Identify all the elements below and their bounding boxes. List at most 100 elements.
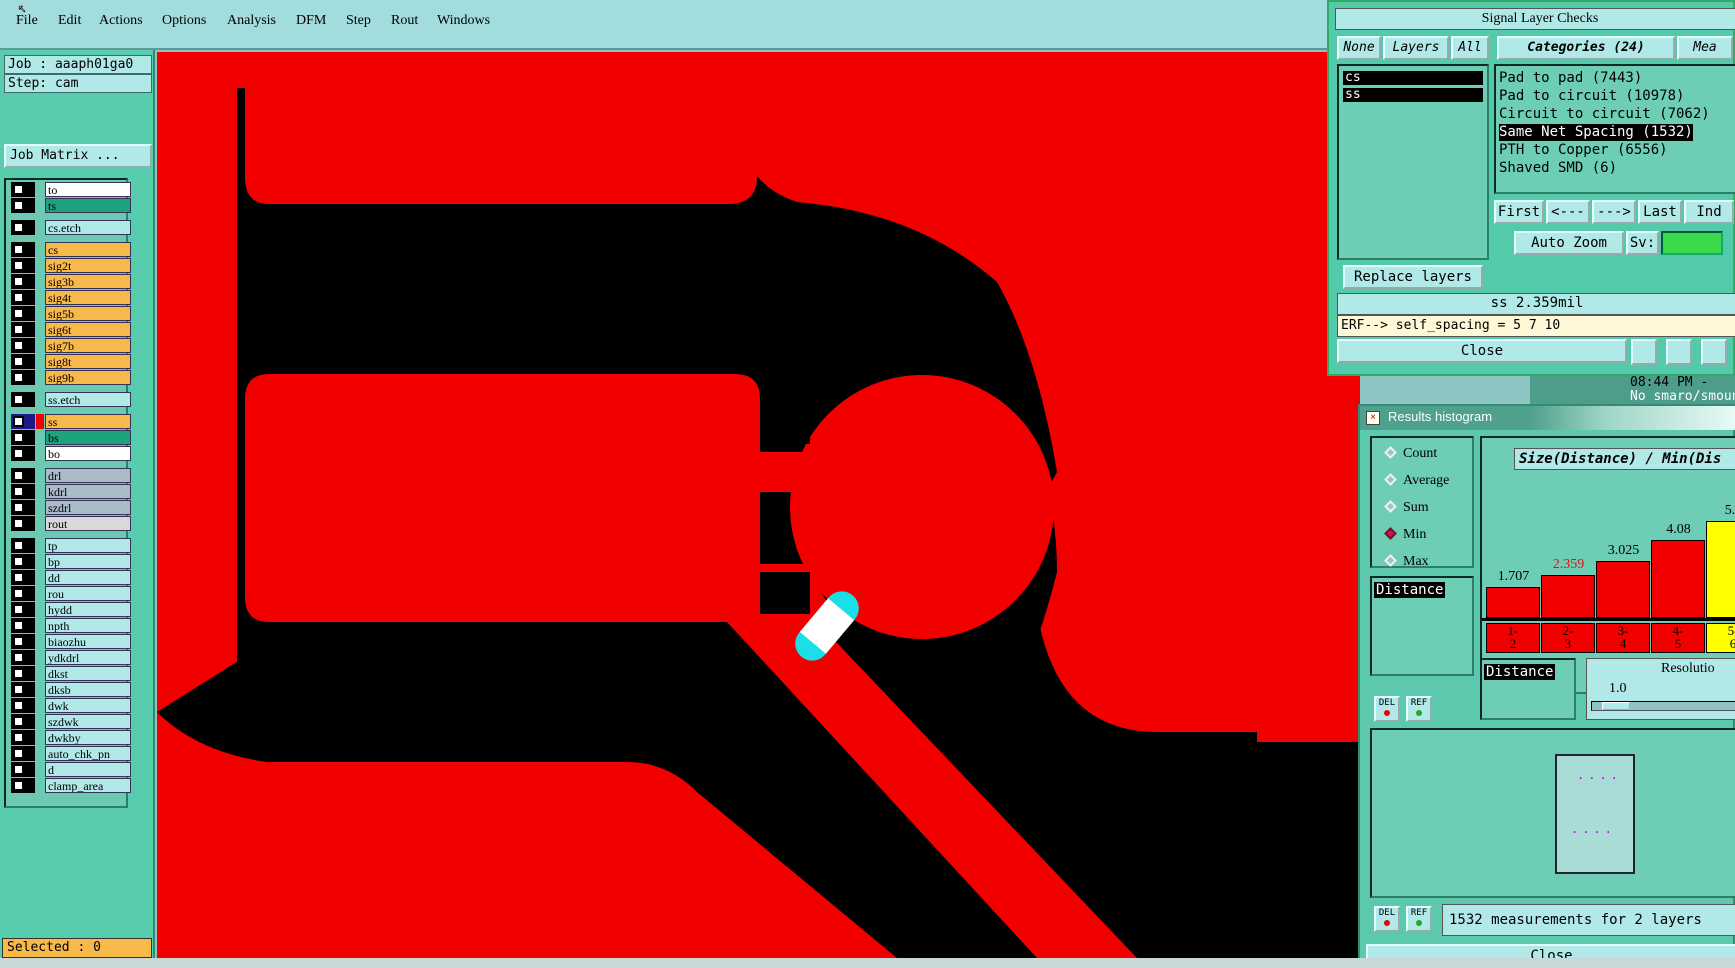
menu-dfm[interactable]: DFM [296,13,326,29]
layer-checkbox[interactable] [13,260,24,271]
layer-checkbox[interactable] [13,222,24,233]
layer-item-ss[interactable]: ss [1343,88,1483,102]
field-list[interactable]: Distance [1370,576,1474,676]
bar-range-label[interactable]: 1- 2 [1486,623,1540,653]
resolution-slider[interactable] [1591,701,1735,711]
layer-row-dwk[interactable]: dwk [9,698,131,713]
layer-checkbox[interactable] [13,700,24,711]
bar-range-label[interactable]: 4- 5 [1651,623,1705,653]
layer-row-to[interactable]: to [9,182,131,197]
layer-checkbox[interactable] [13,518,24,529]
ref-button[interactable]: REF [1406,906,1432,932]
menu-analysis[interactable]: Analysis [227,13,276,29]
layer-checkbox[interactable] [13,394,24,405]
del-button[interactable]: DEL [1374,696,1400,722]
bar-range-label[interactable]: 5- 6 [1706,623,1735,653]
category-item[interactable]: Pad to circuit (10978) [1499,88,1684,105]
flag-icon[interactable] [1631,339,1657,365]
layer-row-szdwk[interactable]: szdwk [9,714,131,729]
job-matrix-button[interactable]: Job Matrix ... [4,144,152,168]
layer-row-hydd[interactable]: hydd [9,602,131,617]
layer-row-bo[interactable]: bo [9,446,131,461]
category-item[interactable]: Pad to pad (7443) [1499,70,1642,87]
layer-checkbox[interactable] [13,486,24,497]
radio-min[interactable]: Min [1384,527,1426,543]
layer-row-sig6t[interactable]: sig6t [9,322,131,337]
prev-button[interactable]: <--- [1546,200,1590,224]
histogram-bar[interactable] [1541,575,1595,618]
layer-checkbox[interactable] [13,200,24,211]
layer-row-sig3b[interactable]: sig3b [9,274,131,289]
layer-checkbox[interactable] [13,324,24,335]
slider-thumb[interactable] [1602,702,1630,710]
layer-checkbox[interactable] [13,652,24,663]
layer-row-kdrl[interactable]: kdrl [9,484,131,499]
layer-row-sig2t[interactable]: sig2t [9,258,131,273]
layer-row-sig8t[interactable]: sig8t [9,354,131,369]
layer-row-rout[interactable]: rout [9,516,131,531]
layer-checkbox[interactable] [13,502,24,513]
layer-checkbox[interactable] [13,716,24,727]
radio-max[interactable]: Max [1384,554,1429,570]
layer-checkbox[interactable] [13,620,24,631]
field-item-distance[interactable]: Distance [1374,582,1446,598]
menu-step[interactable]: Step [346,13,371,29]
histogram-bar[interactable] [1596,561,1650,618]
layer-row-dd[interactable]: dd [9,570,131,585]
category-item[interactable]: Circuit to circuit (7062) [1499,106,1710,123]
layer-row-bs[interactable]: bs [9,430,131,445]
layer-row-sig7b[interactable]: sig7b [9,338,131,353]
layer-checkbox[interactable] [13,340,24,351]
layer-checkbox[interactable] [13,356,24,367]
layer-checkbox[interactable] [13,588,24,599]
ref-button[interactable]: REF [1406,696,1432,722]
menu-file[interactable]: File [16,13,38,29]
layer-row-tp[interactable]: tp [9,538,131,553]
layer-row-clamp-area[interactable]: clamp_area [9,778,131,793]
menu-edit[interactable]: Edit [58,13,81,29]
histogram-bar[interactable] [1706,521,1735,618]
layer-row-d[interactable]: d [9,762,131,777]
layer-row-cs[interactable]: cs [9,242,131,257]
layers-tab[interactable]: Layers [1383,36,1449,60]
layer-checkbox[interactable] [13,416,24,427]
layer-row-bp[interactable]: bp [9,554,131,569]
all-button[interactable]: All [1451,36,1489,60]
sv-color-dropdown[interactable] [1661,231,1723,255]
bar-range-label[interactable]: 3- 4 [1596,623,1650,653]
layer-checkbox[interactable] [13,556,24,567]
categories-tab[interactable]: Categories (24) [1497,36,1675,60]
layer-row-drl[interactable]: drl [9,468,131,483]
histogram-bar[interactable] [1651,540,1705,618]
layer-checkbox[interactable] [13,780,24,791]
layer-select-list[interactable]: cs ss [1337,64,1489,260]
layer-checkbox[interactable] [13,764,24,775]
layer-checkbox[interactable] [13,684,24,695]
replace-layers-dropdown[interactable]: Replace layers [1343,265,1483,289]
layer-item-cs[interactable]: cs [1343,71,1483,85]
erase-icon[interactable] [1701,339,1727,365]
layer-checkbox[interactable] [13,244,24,255]
layer-checkbox[interactable] [13,372,24,383]
radio-sum[interactable]: Sum [1384,500,1429,516]
layer-checkbox[interactable] [13,308,24,319]
layer-checkbox[interactable] [13,572,24,583]
radio-count[interactable]: Count [1384,446,1437,462]
menu-rout[interactable]: Rout [391,13,418,29]
category-item-selected[interactable]: Same Net Spacing (1532) [1499,124,1693,141]
layer-checkbox[interactable] [13,732,24,743]
layer-checkbox[interactable] [13,276,24,287]
layer-row-dwkby[interactable]: dwkby [9,730,131,745]
layer-checkbox[interactable] [13,432,24,443]
last-button[interactable]: Last [1638,200,1682,224]
layer-checkbox[interactable] [13,540,24,551]
distance-list[interactable]: Distance [1480,658,1576,720]
layer-checkbox[interactable] [13,668,24,679]
layer-row-npth[interactable]: npth [9,618,131,633]
layer-checkbox[interactable] [13,604,24,615]
histogram-bar[interactable] [1486,587,1540,618]
layer-row-ss[interactable]: ss [9,414,131,429]
layer-row-dksb[interactable]: dksb [9,682,131,697]
menu-options[interactable]: Options [162,13,206,29]
next-button[interactable]: ---> [1592,200,1636,224]
